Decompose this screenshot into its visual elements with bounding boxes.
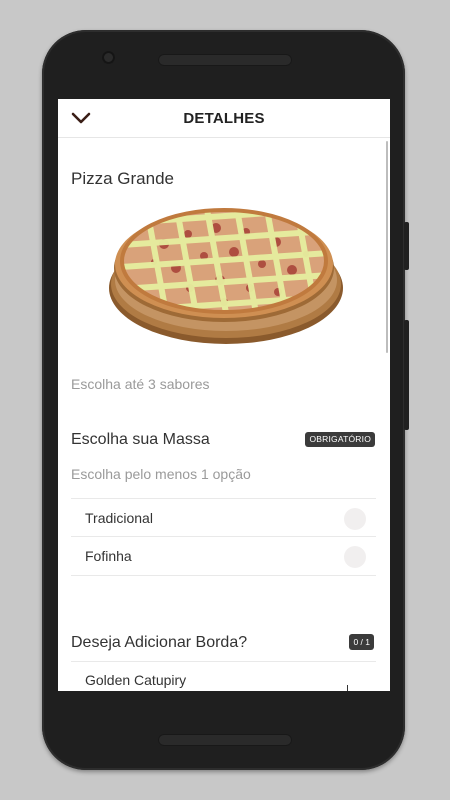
selection-counter-badge: 0 / 1 (349, 634, 374, 650)
top-bar: DETALHES (58, 99, 390, 138)
bottom-speaker (158, 734, 292, 746)
power-button (404, 320, 409, 430)
radio-button[interactable] (344, 508, 366, 530)
option-label: Golden Catupiry (85, 672, 187, 688)
option-fofinha[interactable]: Fofinha (71, 536, 376, 576)
volume-button (404, 222, 409, 270)
option-tradicional[interactable]: Tradicional (71, 498, 376, 537)
scrollbar[interactable] (386, 141, 388, 353)
borda-section-title: Deseja Adicionar Borda? (71, 634, 248, 651)
pizza-image (106, 204, 344, 352)
earpiece-speaker (158, 54, 292, 66)
option-label: Fofinha (85, 548, 132, 564)
page-title: DETALHES (183, 110, 265, 127)
radio-button[interactable] (344, 546, 366, 568)
option-label: Tradicional (85, 510, 153, 526)
flavors-hint: Escolha até 3 sabores (71, 376, 210, 392)
product-name: Pizza Grande (71, 169, 174, 188)
app-screen: DETALHES Pizza Grande Escolha até 3 sabo… (58, 99, 390, 691)
massa-section-title: Escolha sua Massa (71, 431, 210, 448)
option-golden-catupiry[interactable]: Golden Catupiry (71, 661, 376, 691)
massa-section-subtitle: Escolha pelo menos 1 opção (71, 466, 251, 482)
required-badge: OBRIGATÓRIO (305, 432, 375, 447)
add-control[interactable] (347, 685, 348, 691)
front-camera (102, 51, 115, 64)
